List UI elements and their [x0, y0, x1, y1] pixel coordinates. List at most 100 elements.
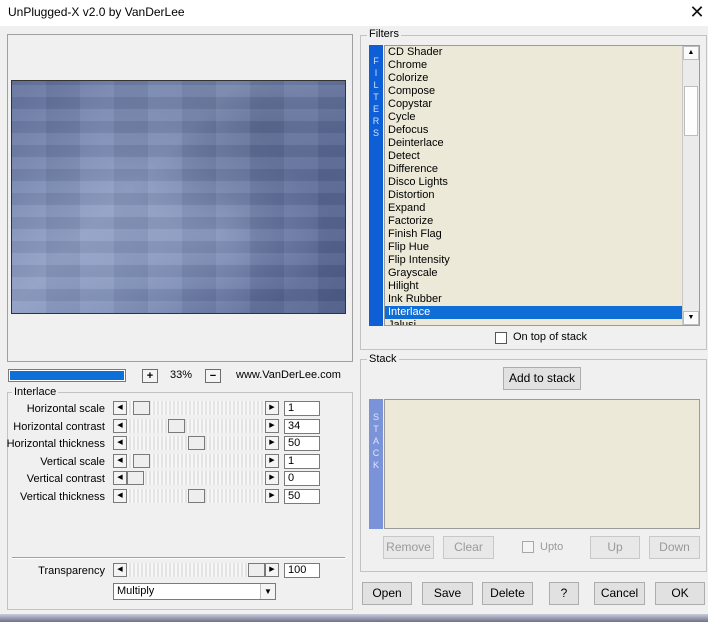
slider-thumb[interactable] — [248, 563, 265, 577]
help-button[interactable]: ? — [549, 582, 579, 605]
upto-checkbox[interactable] — [522, 541, 534, 553]
param-slider[interactable]: ◀ ▶ — [113, 453, 279, 468]
param-input[interactable]: 50 — [284, 489, 320, 504]
down-button[interactable]: Down — [649, 536, 700, 559]
filter-item[interactable]: Flip Intensity — [385, 254, 683, 267]
arrow-right-icon[interactable]: ▶ — [265, 401, 279, 415]
zoom-in-button[interactable]: + — [142, 369, 158, 383]
scroll-down-icon[interactable]: ▼ — [683, 311, 699, 325]
filter-item[interactable]: Distortion — [385, 189, 683, 202]
slider-thumb[interactable] — [133, 453, 150, 468]
filters-bar-letter: L — [373, 80, 379, 90]
ok-button[interactable]: OK — [655, 582, 705, 605]
slider-thumb[interactable] — [133, 401, 150, 415]
filter-item[interactable]: Compose — [385, 85, 683, 98]
arrow-right-icon[interactable]: ▶ — [265, 436, 279, 451]
filter-item[interactable]: Flip Hue — [385, 241, 683, 254]
param-input[interactable]: 1 — [284, 453, 320, 469]
blend-mode-value: Multiply — [117, 585, 155, 597]
arrow-left-icon[interactable]: ◀ — [113, 453, 127, 468]
slider-thumb[interactable] — [188, 436, 205, 451]
arrow-right-icon[interactable]: ▶ — [265, 418, 279, 433]
filter-item[interactable]: Ink Rubber — [385, 293, 683, 306]
filters-bar-letter: I — [374, 68, 378, 78]
clear-button[interactable]: Clear — [443, 536, 494, 559]
param-label: Horizontal scale — [26, 403, 105, 415]
filter-item[interactable]: Copystar — [385, 98, 683, 111]
zoom-out-button[interactable]: − — [205, 369, 221, 383]
arrow-right-icon[interactable]: ▶ — [265, 453, 279, 468]
arrow-left-icon[interactable]: ◀ — [113, 471, 127, 486]
param-slider[interactable]: ◀ ▶ — [113, 436, 279, 451]
filter-item[interactable]: Factorize — [385, 215, 683, 228]
param-slider[interactable]: ◀ ▶ — [113, 418, 279, 433]
param-slider[interactable]: ◀ ▶ — [113, 489, 279, 503]
param-input[interactable]: 34 — [284, 418, 320, 434]
arrow-left-icon[interactable]: ◀ — [113, 401, 127, 415]
filter-item[interactable]: Defocus — [385, 124, 683, 137]
param-input[interactable]: 50 — [284, 436, 320, 452]
arrow-left-icon[interactable]: ◀ — [113, 436, 127, 451]
transparency-slider[interactable]: ◀ ▶ — [113, 563, 279, 577]
on-top-label: On top of stack — [513, 331, 587, 343]
filter-item[interactable]: Disco Lights — [385, 176, 683, 189]
remove-button[interactable]: Remove — [383, 536, 434, 559]
filter-item[interactable]: Grayscale — [385, 267, 683, 280]
filter-item[interactable]: Finish Flag — [385, 228, 683, 241]
slider-track[interactable] — [127, 418, 265, 433]
transparency-input[interactable]: 100 — [284, 563, 320, 578]
stack-list[interactable] — [384, 399, 700, 529]
param-slider[interactable]: ◀ ▶ — [113, 401, 279, 415]
save-button[interactable]: Save — [422, 582, 473, 605]
slider-thumb[interactable] — [188, 489, 205, 503]
progress-bar — [8, 369, 126, 382]
filters-scrollbar[interactable]: ▲ ▼ — [682, 46, 699, 325]
arrow-left-icon[interactable]: ◀ — [113, 489, 127, 503]
filters-bar-letter: S — [372, 128, 379, 138]
filters-list[interactable]: CD Shader Chrome Colorize Compose Copystar Cy… — [384, 45, 700, 326]
filters-bar-letter: F — [373, 56, 379, 66]
filter-item[interactable]: Chrome — [385, 59, 683, 72]
cancel-button[interactable]: Cancel — [594, 582, 645, 605]
open-button[interactable]: Open — [362, 582, 412, 605]
filter-item[interactable]: Hilight — [385, 280, 683, 293]
arrow-left-icon[interactable]: ◀ — [113, 563, 127, 577]
filter-item[interactable]: Colorize — [385, 72, 683, 85]
preview-image[interactable] — [11, 80, 346, 314]
param-label: Vertical thickness — [20, 491, 105, 503]
close-icon[interactable]: ✕ — [686, 1, 708, 23]
slider-thumb[interactable] — [168, 418, 185, 433]
filter-item[interactable]: Detect — [385, 150, 683, 163]
stack-bar-letter: A — [372, 436, 379, 446]
arrow-right-icon[interactable]: ▶ — [265, 489, 279, 503]
filters-side-bar: FILTERS — [369, 45, 383, 326]
filter-item[interactable]: CD Shader — [385, 46, 683, 59]
chevron-down-icon: ▼ — [260, 584, 275, 599]
slider-track[interactable] — [127, 563, 265, 577]
param-slider[interactable]: ◀ ▶ — [113, 471, 279, 486]
param-input[interactable]: 0 — [284, 471, 320, 487]
filters-bar-letter: E — [372, 104, 379, 114]
param-label: Vertical contrast — [26, 473, 105, 486]
on-top-checkbox[interactable] — [495, 332, 507, 344]
filter-item[interactable]: Jalusi — [385, 319, 683, 325]
divider — [12, 557, 345, 559]
slider-thumb[interactable] — [127, 471, 144, 486]
arrow-right-icon[interactable]: ▶ — [265, 563, 279, 577]
slider-track[interactable] — [127, 471, 265, 486]
up-button[interactable]: Up — [590, 536, 640, 559]
arrow-left-icon[interactable]: ◀ — [113, 418, 127, 433]
scroll-thumb[interactable] — [684, 86, 698, 136]
delete-button[interactable]: Delete — [482, 582, 533, 605]
arrow-right-icon[interactable]: ▶ — [265, 471, 279, 486]
add-to-stack-button[interactable]: Add to stack — [503, 367, 581, 390]
param-input[interactable]: 1 — [284, 401, 320, 416]
blend-mode-select[interactable]: Multiply ▼ — [113, 583, 276, 600]
scroll-up-icon[interactable]: ▲ — [683, 46, 699, 60]
filter-item[interactable]: Cycle — [385, 111, 683, 124]
filter-item[interactable]: Expand — [385, 202, 683, 215]
filter-item[interactable]: Deinterlace — [385, 137, 683, 150]
stack-side-bar: STACK — [369, 399, 383, 529]
filter-item[interactable]: Interlace — [385, 306, 683, 319]
filter-item[interactable]: Difference — [385, 163, 683, 176]
